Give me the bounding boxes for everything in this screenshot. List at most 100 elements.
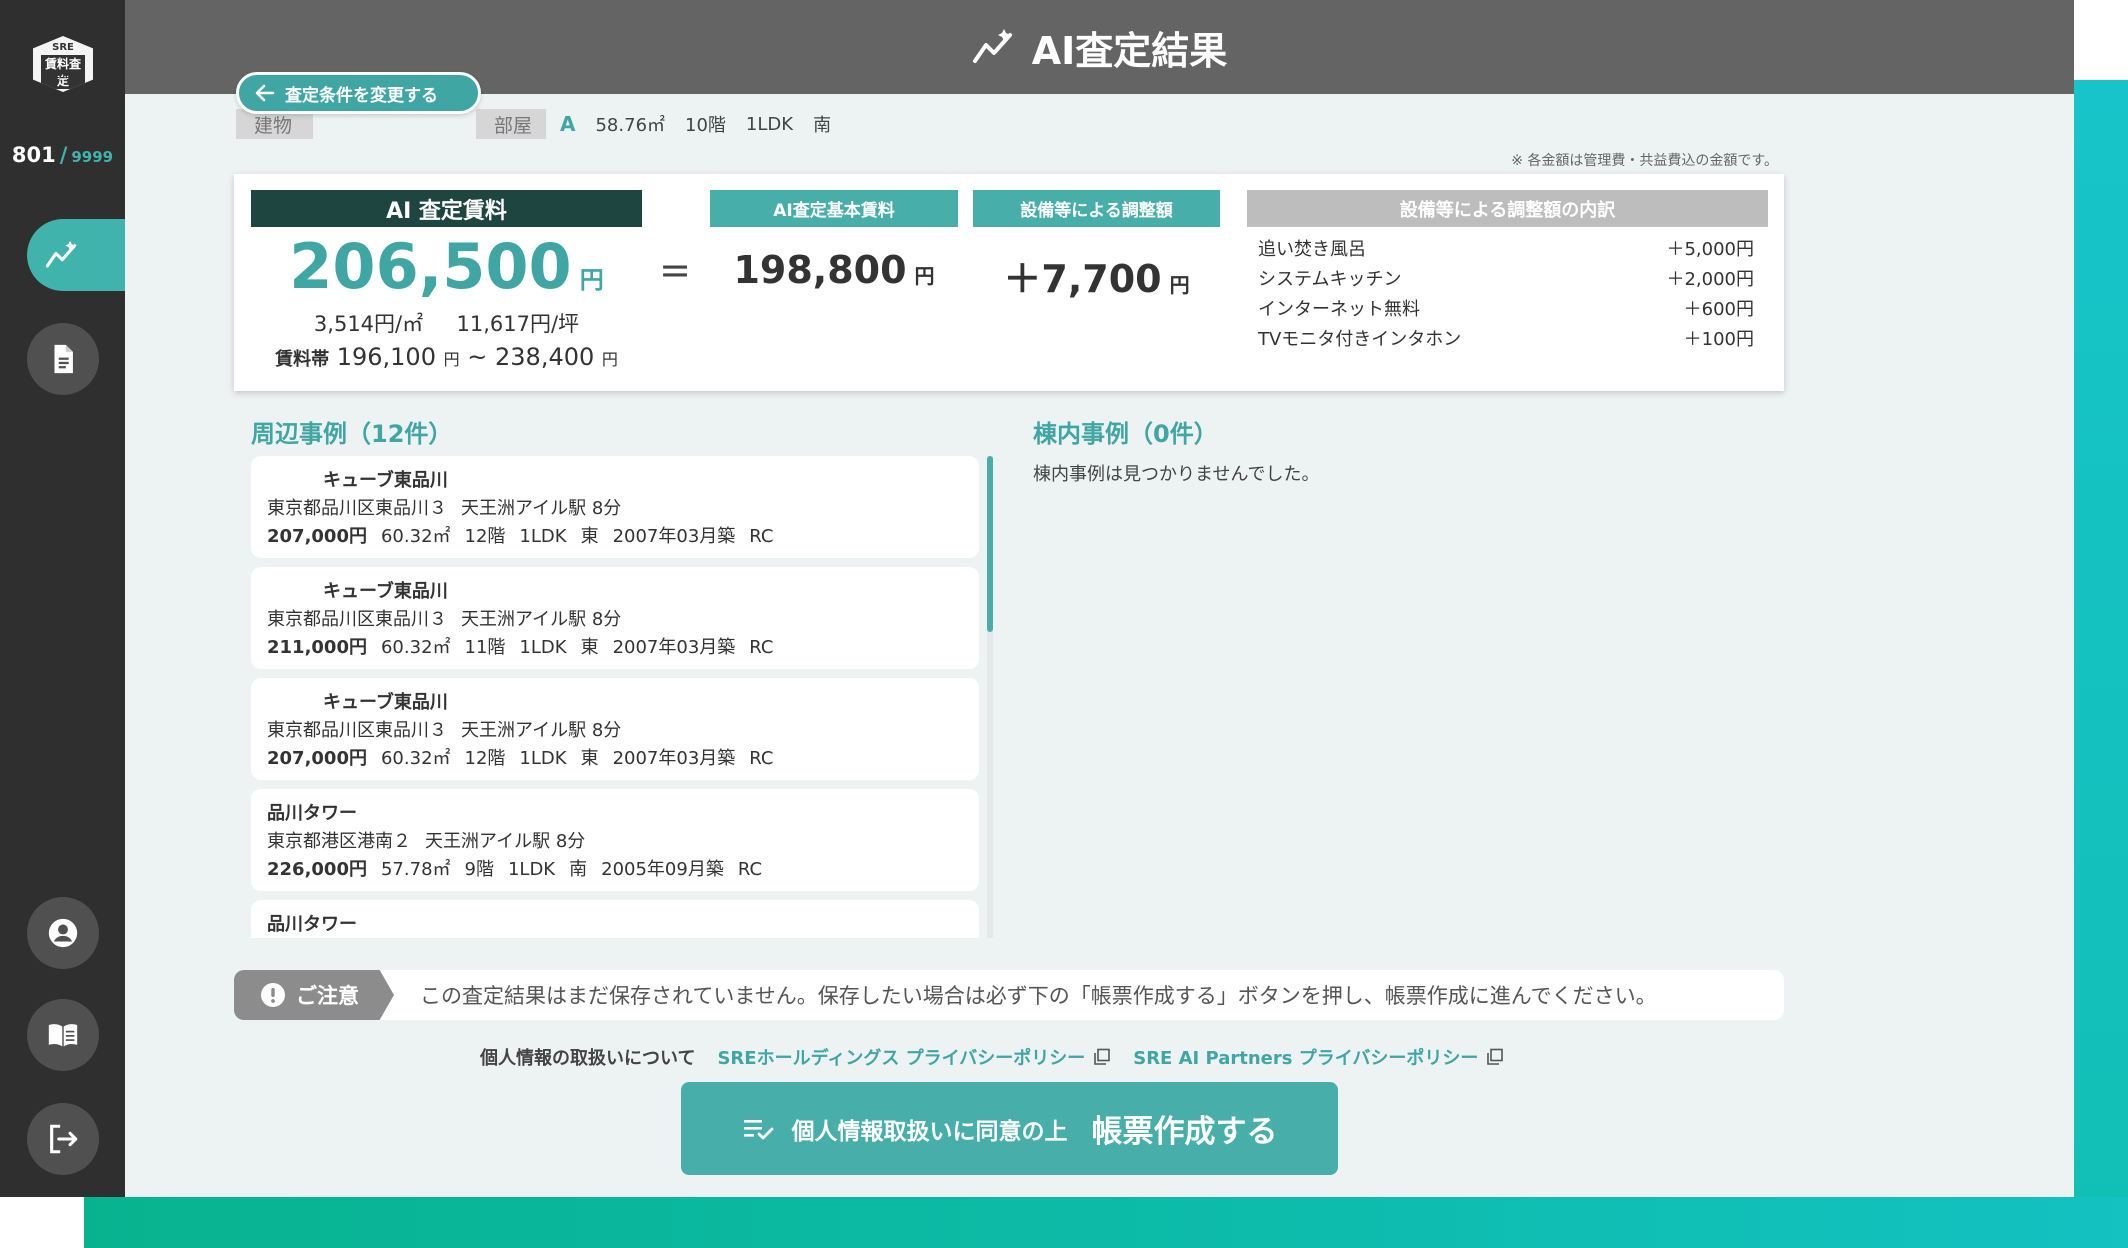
rent-per-sqm: 3,514円/㎡ xyxy=(313,312,424,336)
list-item[interactable]: 品川タワー 東京都港区港南２ 天王洲アイル駅 8分 226,000円 57.78㎡ 9… xyxy=(251,789,979,891)
nearby-cases-title: 周辺事例（12件） xyxy=(251,420,453,448)
inbuilding-empty-message: 棟内事例は見つかりませんでした。 xyxy=(1033,464,1320,485)
privacy-label: 個人情報の取扱いについて xyxy=(480,1048,696,1069)
create-report-prefix: 個人情報取扱いに同意の上 xyxy=(791,1118,1068,1145)
rent-range: 賃料帯 196,100 円 ~ 238,400 円 xyxy=(251,343,642,371)
case-structure: RC xyxy=(749,526,774,547)
nearby-list-scroll-thumb[interactable] xyxy=(987,456,993,632)
case-built: 2007年03月築 xyxy=(612,637,736,658)
case-direction: 東 xyxy=(580,526,599,547)
case-floor: 11階 xyxy=(464,637,506,658)
room-area: 58.76㎡ xyxy=(595,115,666,136)
case-area: 57.78㎡ xyxy=(380,859,451,880)
breakdown-item: TVモニタ付きインタホン xyxy=(1258,329,1462,350)
case-floor: 9階 xyxy=(464,859,494,880)
case-floor: 12階 xyxy=(464,748,506,769)
sre-ai-partners-privacy-link[interactable]: SRE AI Partners プライバシーポリシー xyxy=(1133,1044,1504,1070)
change-conditions-label: 査定条件を変更する xyxy=(285,85,438,106)
case-built: 2007年03月築 xyxy=(612,526,736,547)
ai-rent-value: 206,500 円 xyxy=(251,230,642,303)
case-direction: 東 xyxy=(580,748,599,769)
case-layout: 1LDK xyxy=(519,526,567,547)
sre-ai-partners-privacy-label: SRE AI Partners プライバシーポリシー xyxy=(1133,1048,1479,1069)
adjustment-value: ＋7,700 円 xyxy=(973,248,1220,303)
case-structure: RC xyxy=(737,859,763,880)
case-location: 東京都品川区東品川３ 天王洲アイル駅 8分 xyxy=(267,494,963,522)
unit-rents: 3,514円/㎡ 11,617円/坪 xyxy=(251,308,642,338)
room-floor: 10階 xyxy=(685,115,726,136)
room-layout: 1LDK xyxy=(745,113,794,135)
change-conditions-button[interactable]: 査定条件を変更する xyxy=(236,72,481,114)
list-item[interactable]: キューブ東品川 東京都品川区東品川３ 天王洲アイル駅 8分 211,000円 60.… xyxy=(251,567,979,669)
document-icon xyxy=(54,344,73,374)
breakdown-item: インターネット無料 xyxy=(1258,299,1420,320)
create-report-label: 帳票作成する xyxy=(1091,1114,1278,1150)
create-report-button[interactable]: 個人情報取扱いに同意の上 帳票作成する xyxy=(681,1082,1338,1175)
breakdown-row: 追い焚き風呂 ＋5,000円 xyxy=(1258,233,1754,263)
list-item[interactable]: キューブ東品川 東京都品川区東品川３ 天王洲アイル駅 8分 207,000円 60.… xyxy=(251,456,979,558)
case-rent: 211,000円 xyxy=(267,637,367,658)
sre-holdings-privacy-link[interactable]: SREホールディングス プライバシーポリシー xyxy=(717,1044,1111,1070)
case-built: 2005年09月築 xyxy=(601,859,724,880)
case-layout: 1LDK xyxy=(519,748,567,769)
book-icon xyxy=(48,1024,78,1047)
user-icon xyxy=(48,918,78,948)
case-location: 東京都品川区東品川３ 天王洲アイル駅 8分 xyxy=(267,716,963,744)
case-name: キューブ東品川 xyxy=(323,470,448,491)
sidebar-item-account[interactable] xyxy=(27,897,99,969)
sidebar-item-documents[interactable] xyxy=(27,323,99,395)
breakdown-row: TVモニタ付きインタホン ＋100円 xyxy=(1258,323,1754,353)
sidebar-item-logout[interactable] xyxy=(27,1103,99,1175)
notice-message: この査定結果はまだ保存されていません。保存したい場合は必ず下の「帳票作成する」ボ… xyxy=(420,984,1657,1008)
case-address: 東京都品川区東品川３ xyxy=(267,720,447,741)
case-structure: RC xyxy=(749,637,774,658)
external-link-icon xyxy=(1487,1048,1504,1065)
case-address: 東京都品川区東品川３ xyxy=(267,609,447,630)
case-location: 東京都品川区東品川３ 天王洲アイル駅 8分 xyxy=(267,605,963,633)
case-rent: 207,000円 xyxy=(267,526,367,547)
list-item[interactable]: 品川タワー xyxy=(251,900,979,938)
rent-range-separator: ~ xyxy=(467,343,488,371)
usage-limit: 9999 xyxy=(71,148,114,166)
inbuilding-cases-title: 棟内事例（0件） xyxy=(1033,420,1218,448)
breakdown-amount: ＋600円 xyxy=(1683,299,1754,320)
adjustment-amount: ＋7,700 xyxy=(1003,257,1162,301)
case-details: 226,000円 57.78㎡ 9階 1LDK 南 2005年09月築 RC xyxy=(267,855,963,883)
rent-range-max: 238,400 xyxy=(495,343,595,371)
rent-range-max-unit: 円 xyxy=(601,350,618,369)
case-structure: RC xyxy=(749,748,774,769)
case-name: キューブ東品川 xyxy=(323,581,448,602)
case-built: 2007年03月築 xyxy=(612,748,736,769)
breakdown-header: 設備等による調整額の内訳 xyxy=(1247,190,1768,227)
base-rent-value: 198,800 円 xyxy=(710,248,958,292)
sidebar-item-manual[interactable] xyxy=(27,999,99,1071)
case-station: 天王洲アイル駅 8分 xyxy=(461,498,622,519)
case-layout: 1LDK xyxy=(507,859,556,880)
usage-count: 801 xyxy=(11,143,56,167)
case-details: 207,000円 60.32㎡ 12階 1LDK 東 2007年03月築 RC xyxy=(267,744,963,772)
case-rent: 226,000円 xyxy=(267,859,367,880)
ai-rent-amount: 206,500 xyxy=(289,230,572,303)
room-letter: A xyxy=(560,112,576,136)
breakdown-amount: ＋2,000円 xyxy=(1666,269,1754,290)
amount-note: ※ 各金額は管理費・共益費込の金額です。 xyxy=(1511,153,1778,169)
logout-icon xyxy=(50,1124,78,1154)
nearby-cases-list[interactable]: キューブ東品川 東京都品川区東品川３ 天王洲アイル駅 8分 207,000円 60.… xyxy=(251,456,986,938)
trend-chart-icon xyxy=(45,240,77,268)
case-direction: 南 xyxy=(569,859,588,880)
notice-badge-label: ご注意 xyxy=(296,984,359,1008)
case-area: 60.32㎡ xyxy=(380,526,451,547)
decorative-band-right xyxy=(2074,80,2128,1248)
breakdown-item: システムキッチン xyxy=(1258,269,1402,290)
case-name: 品川タワー xyxy=(267,803,357,824)
case-area: 60.32㎡ xyxy=(380,748,451,769)
breakdown-list: 追い焚き風呂 ＋5,000円 システムキッチン ＋2,000円 インターネット無料 ＋… xyxy=(1258,233,1754,353)
list-item[interactable]: キューブ東品川 東京都品川区東品川３ 天王洲アイル駅 8分 207,000円 60.… xyxy=(251,678,979,780)
case-location: 東京都港区港南２ 天王洲アイル駅 8分 xyxy=(267,827,963,855)
decorative-band-bottom xyxy=(84,1197,2128,1248)
room-direction: 南 xyxy=(813,115,832,136)
rent-range-min: 196,100 xyxy=(336,343,436,371)
breakdown-item: 追い焚き風呂 xyxy=(1258,239,1366,260)
case-name: キューブ東品川 xyxy=(323,692,448,713)
sidebar-item-ai-assessment[interactable] xyxy=(27,219,125,291)
